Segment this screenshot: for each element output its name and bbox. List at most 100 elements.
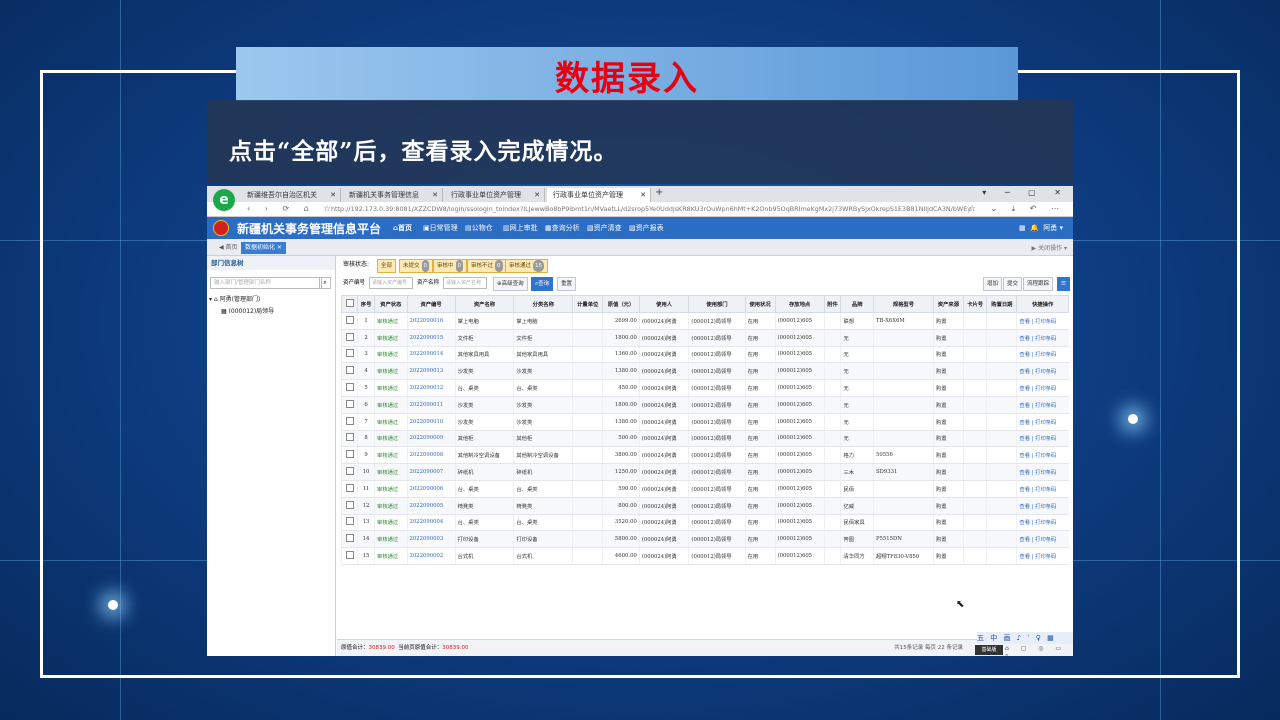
column-header[interactable]: 使用状况 [744, 295, 776, 313]
row-checkbox[interactable] [340, 480, 358, 498]
row-checkbox[interactable] [340, 379, 358, 397]
reset-button[interactable]: 重置 [557, 277, 577, 291]
user-name[interactable]: 阿勇 [1043, 224, 1057, 232]
nav-buttons[interactable]: ‹ › ⟳ ⌂ ☆ [247, 204, 337, 213]
column-header[interactable]: 序号 [357, 295, 376, 313]
menu-inventory[interactable]: ▧资产清查 [587, 223, 622, 233]
chip-reviewing[interactable]: 审核中 0 [433, 259, 468, 273]
row-checkbox[interactable] [340, 312, 358, 330]
dept-search-input[interactable]: 输入部门/管理部门名称 [210, 277, 322, 289]
column-header[interactable]: 品牌 [840, 295, 874, 313]
column-header[interactable]: 购置日期 [986, 295, 1018, 313]
column-header[interactable]: 卡片号 [962, 295, 988, 313]
column-header[interactable]: 使用部门 [688, 295, 746, 313]
cell-code[interactable]: 2022090010 [406, 413, 456, 431]
window-controls[interactable]: ▾ ─ ▢ ✕ [982, 188, 1069, 197]
menu-warehouse[interactable]: ▤公物仓 [465, 223, 493, 233]
cell-code[interactable]: 2022090009 [406, 430, 456, 448]
cell-code[interactable]: 2022090005 [406, 497, 456, 515]
cell-ops[interactable]: 查看 | 打印条码 [1016, 530, 1069, 549]
menu-home[interactable]: ⌂首页 [393, 223, 412, 233]
column-header[interactable]: 附件 [823, 295, 842, 313]
columns-icon[interactable]: ☰ [1057, 277, 1070, 291]
table-row[interactable]: 13 审核通过 2022090004 台、桌类 台、桌类 3520.00 (000024)阿… [340, 514, 1069, 532]
browser-tab[interactable]: 行政事业单位资产管理 ✕ [445, 188, 545, 202]
table-row[interactable]: 4 审核通过 2022090013 沙发类 沙发类 1380.00 (000024)阿勇 (0… [340, 362, 1069, 381]
row-checkbox[interactable] [340, 329, 358, 347]
row-checkbox[interactable] [340, 514, 358, 532]
search-icon[interactable]: ⌕ [319, 277, 331, 289]
menu-reports[interactable]: ▨资产报表 [629, 223, 664, 233]
cell-ops[interactable]: 查看 | 打印条码 [1016, 396, 1069, 414]
row-checkbox[interactable] [340, 430, 358, 448]
table-row[interactable]: 5 审核通过 2022090012 台、桌类 台、桌类 450.00 (000024)阿勇(… [340, 379, 1069, 397]
row-checkbox[interactable] [340, 497, 358, 515]
chip-approved[interactable]: 审核通过 15 [505, 259, 549, 273]
table-row[interactable]: 11 审核通过 2022090006 台、桌类 台、桌类 590.00 (000024)阿勇… [340, 480, 1069, 498]
cell-ops[interactable]: 查看 | 打印条码 [1016, 430, 1069, 448]
column-header[interactable]: 资产编号 [406, 295, 456, 313]
tab-data-init[interactable]: 数据初始化 ✕ [241, 242, 286, 254]
row-checkbox[interactable] [340, 547, 358, 565]
browser-tab[interactable]: 新疆机关事务管理信息 ✕ [343, 188, 443, 202]
cell-ops[interactable]: 查看 | 打印条码 [1016, 379, 1069, 397]
toolbar-icons[interactable]: ☆ ⌄ ⤓ ↶ ⋯ [969, 204, 1065, 214]
cell-ops[interactable]: 查看 | 打印条码 [1016, 497, 1069, 515]
row-checkbox[interactable] [340, 413, 358, 431]
flow-track-button[interactable]: 流程跟踪 [1023, 277, 1054, 291]
cell-ops[interactable]: 查看 | 打印条码 [1016, 446, 1069, 465]
column-header[interactable]: 资产名称 [454, 295, 515, 313]
column-header[interactable]: 使用人 [638, 295, 690, 313]
row-checkbox[interactable] [340, 346, 358, 364]
table-row[interactable]: 14 审核通过 2022090003 打印设备 打印设备 5800.00 (000024)阿… [340, 530, 1069, 549]
table-row[interactable]: 10 审核通过 2022090007 碎纸机 碎纸机 1250.00 (000024)阿勇(… [340, 463, 1069, 481]
table-row[interactable]: 2 审核通过 2022090015 文件柜 文件柜 1800.00 (000024)阿勇 (0… [340, 329, 1069, 347]
select-all-checkbox[interactable] [340, 295, 359, 313]
column-header[interactable]: 分类名称 [513, 295, 574, 313]
cell-code[interactable]: 2022090012 [406, 379, 456, 397]
browser-tab[interactable]: 新疆维吾尔自治区机关 ✕ [241, 188, 341, 202]
url-text[interactable]: http://192.173.0.39:8081/XZZCDW8/login/s… [331, 205, 971, 213]
column-header[interactable]: 快捷操作 [1016, 295, 1069, 313]
row-checkbox[interactable] [340, 396, 358, 414]
table-row[interactable]: 6 审核通过 2022090011 沙发类 沙发类 1800.00 (000024)阿勇 (0… [340, 396, 1069, 414]
column-header[interactable]: 存放地点 [774, 295, 825, 313]
user-area[interactable]: ▦ 🔔 阿勇 ▾ [1019, 223, 1063, 233]
cell-ops[interactable]: 查看 | 打印条码 [1016, 463, 1069, 481]
menu-daily[interactable]: ▣日常管理 [423, 223, 458, 233]
column-header[interactable]: 计量单位 [572, 295, 604, 313]
tab-home[interactable]: ◀ 首页 [215, 242, 242, 254]
row-checkbox[interactable] [340, 463, 358, 481]
add-button[interactable]: 增加 [983, 277, 1003, 291]
cell-ops[interactable]: 查看 | 打印条码 [1016, 514, 1069, 532]
column-header[interactable]: 资产来源 [932, 295, 964, 313]
query-button[interactable]: ⌕查询 [531, 277, 554, 291]
cell-code[interactable]: 2022090014 [406, 346, 456, 364]
table-row[interactable]: 9 审核通过 2022090008 其他制冷空调设备 其他制冷空调设备 3800.00 (0… [340, 446, 1069, 465]
cell-code[interactable]: 2022090006 [406, 480, 456, 498]
cell-code[interactable]: 2022090007 [406, 463, 456, 481]
column-header[interactable]: 规格型号 [872, 295, 934, 313]
advanced-query-button[interactable]: ⊕高级查询 [493, 277, 528, 291]
column-header[interactable]: 原值（元） [602, 295, 640, 313]
close-ops[interactable]: ▶ 关闭操作 ▾ [1032, 243, 1067, 252]
cell-code[interactable]: 2022090016 [406, 312, 456, 330]
table-row[interactable]: 7 审核通过 2022090010 沙发类 沙发类 1380.00 (000024)阿勇 (0… [340, 413, 1069, 431]
cell-ops[interactable]: 查看 | 打印条码 [1016, 346, 1069, 364]
cell-code[interactable]: 2022090008 [406, 446, 456, 465]
address-bar[interactable]: ‹ › ⟳ ⌂ ☆ http://192.173.0.39:8081/XZZCD… [207, 202, 1073, 217]
ime-toolbar[interactable]: 五 中 画 ♪ ʿ ♀ ▦ [977, 632, 1073, 644]
cell-code[interactable]: 2022090011 [406, 396, 456, 414]
tree-node-child[interactable]: ▦ (000012)局领导 [221, 306, 274, 315]
browser-tab-active[interactable]: 行政事业单位资产管理 ✕ [547, 188, 651, 202]
row-checkbox[interactable] [340, 362, 358, 381]
cell-code[interactable]: 2022090013 [406, 362, 456, 381]
table-row[interactable]: 1 审核通过 2022090016 掌上电脑 掌上电脑 2699.00 (000024)阿勇… [340, 312, 1069, 330]
menu-approval[interactable]: ▥网上审批 [503, 223, 538, 233]
column-header[interactable]: 资产状态 [374, 295, 408, 313]
table-row[interactable]: 15 审核通过 2022090002 台式机 台式机 4600.00 (000024)阿勇(… [340, 547, 1069, 565]
submit-button[interactable]: 提交 [1003, 277, 1023, 291]
cell-code[interactable]: 2022090015 [406, 329, 456, 347]
ime-icons[interactable]: ⌂ ▢ ◎ ▭ ⌕ [1005, 645, 1073, 656]
cell-code[interactable]: 2022090004 [406, 514, 456, 532]
